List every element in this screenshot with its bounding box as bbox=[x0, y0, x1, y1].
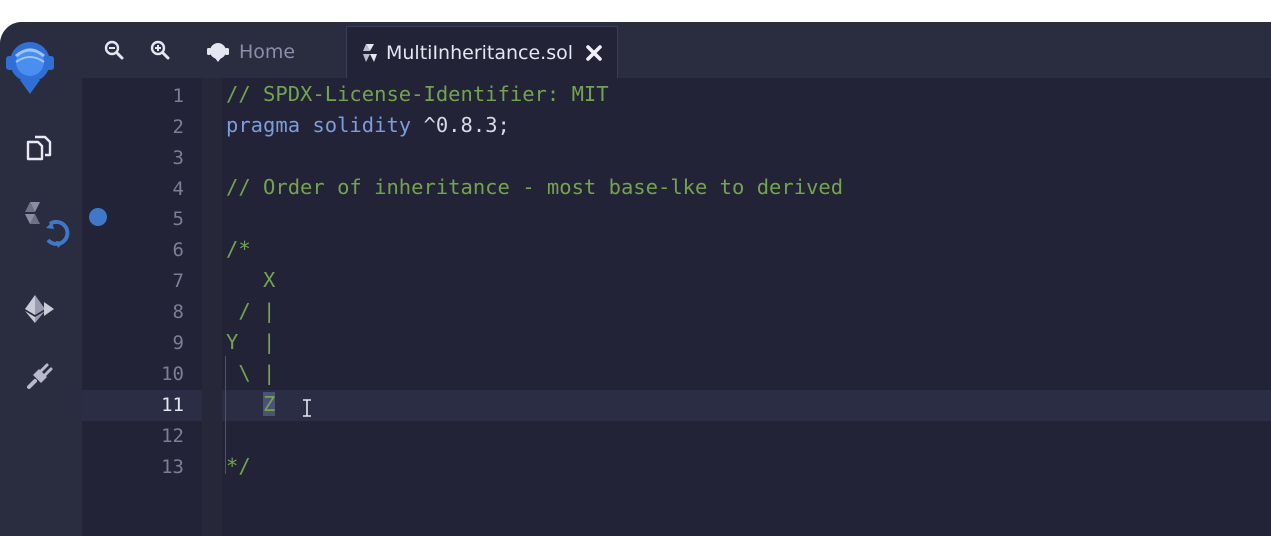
remix-logo-icon[interactable] bbox=[4, 36, 56, 96]
pragma-keyword: pragma bbox=[226, 113, 301, 137]
code-line-6: /* bbox=[226, 237, 251, 261]
code-line-13: */ bbox=[226, 454, 251, 478]
text-cursor-icon bbox=[302, 398, 312, 422]
line-number: 12 bbox=[161, 425, 184, 447]
line-number: 2 bbox=[172, 116, 184, 138]
line-number: 10 bbox=[161, 363, 184, 385]
code-line-10: \ | bbox=[226, 361, 276, 385]
line-number: 3 bbox=[172, 147, 184, 169]
selected-z: Z bbox=[263, 392, 276, 416]
tab-home-label: Home bbox=[239, 41, 296, 63]
code-line-8: / | bbox=[226, 299, 276, 323]
line-number: 7 bbox=[172, 270, 184, 292]
fold-column bbox=[202, 78, 222, 536]
tab-bar: Home MultiInheritance.sol bbox=[82, 22, 1271, 78]
plugin-manager-icon[interactable] bbox=[20, 358, 58, 396]
code-line-1: // SPDX-License-Identifier: MIT bbox=[226, 82, 609, 106]
line-number-active: 11 bbox=[161, 394, 184, 416]
zoom-out-icon[interactable] bbox=[104, 40, 124, 60]
ide-window: Home MultiInheritance.sol 1 2 3 4 5 6 7 … bbox=[0, 22, 1271, 536]
tab-multiinheritance[interactable]: MultiInheritance.sol bbox=[346, 26, 618, 78]
icon-sidebar bbox=[0, 22, 80, 536]
solidity-compiler-icon[interactable] bbox=[20, 198, 74, 248]
line-number: 4 bbox=[172, 178, 184, 200]
line-number: 5 bbox=[172, 208, 184, 230]
code-area[interactable]: // SPDX-License-Identifier: MIT pragma s… bbox=[222, 78, 1271, 536]
zoom-in-icon[interactable] bbox=[150, 40, 170, 60]
version-text: ^0.8.3; bbox=[423, 113, 510, 137]
active-line-highlight bbox=[222, 390, 1271, 421]
close-icon[interactable] bbox=[585, 44, 603, 62]
deploy-run-icon[interactable] bbox=[20, 290, 58, 328]
code-line-9: Y | bbox=[226, 330, 276, 354]
line-number: 1 bbox=[172, 85, 184, 107]
code-line-11: Z bbox=[226, 392, 276, 416]
home-icon bbox=[206, 41, 230, 63]
tab-file-label: MultiInheritance.sol bbox=[386, 41, 574, 64]
line-number: 6 bbox=[172, 239, 184, 261]
code-line-7: X bbox=[226, 268, 276, 292]
tab-home[interactable]: Home bbox=[206, 26, 295, 78]
line-number: 8 bbox=[172, 301, 184, 323]
code-line-4: // Order of inheritance - most base-lke … bbox=[226, 175, 844, 199]
solidity-keyword: solidity bbox=[312, 113, 412, 137]
line-number: 9 bbox=[172, 332, 184, 354]
editor-panel: Home MultiInheritance.sol 1 2 3 4 5 6 7 … bbox=[82, 22, 1271, 536]
file-explorer-icon[interactable] bbox=[20, 128, 58, 166]
line-number: 13 bbox=[161, 456, 184, 478]
solidity-file-icon bbox=[363, 43, 377, 63]
code-line-2: pragma solidity ^0.8.3; bbox=[226, 113, 510, 137]
